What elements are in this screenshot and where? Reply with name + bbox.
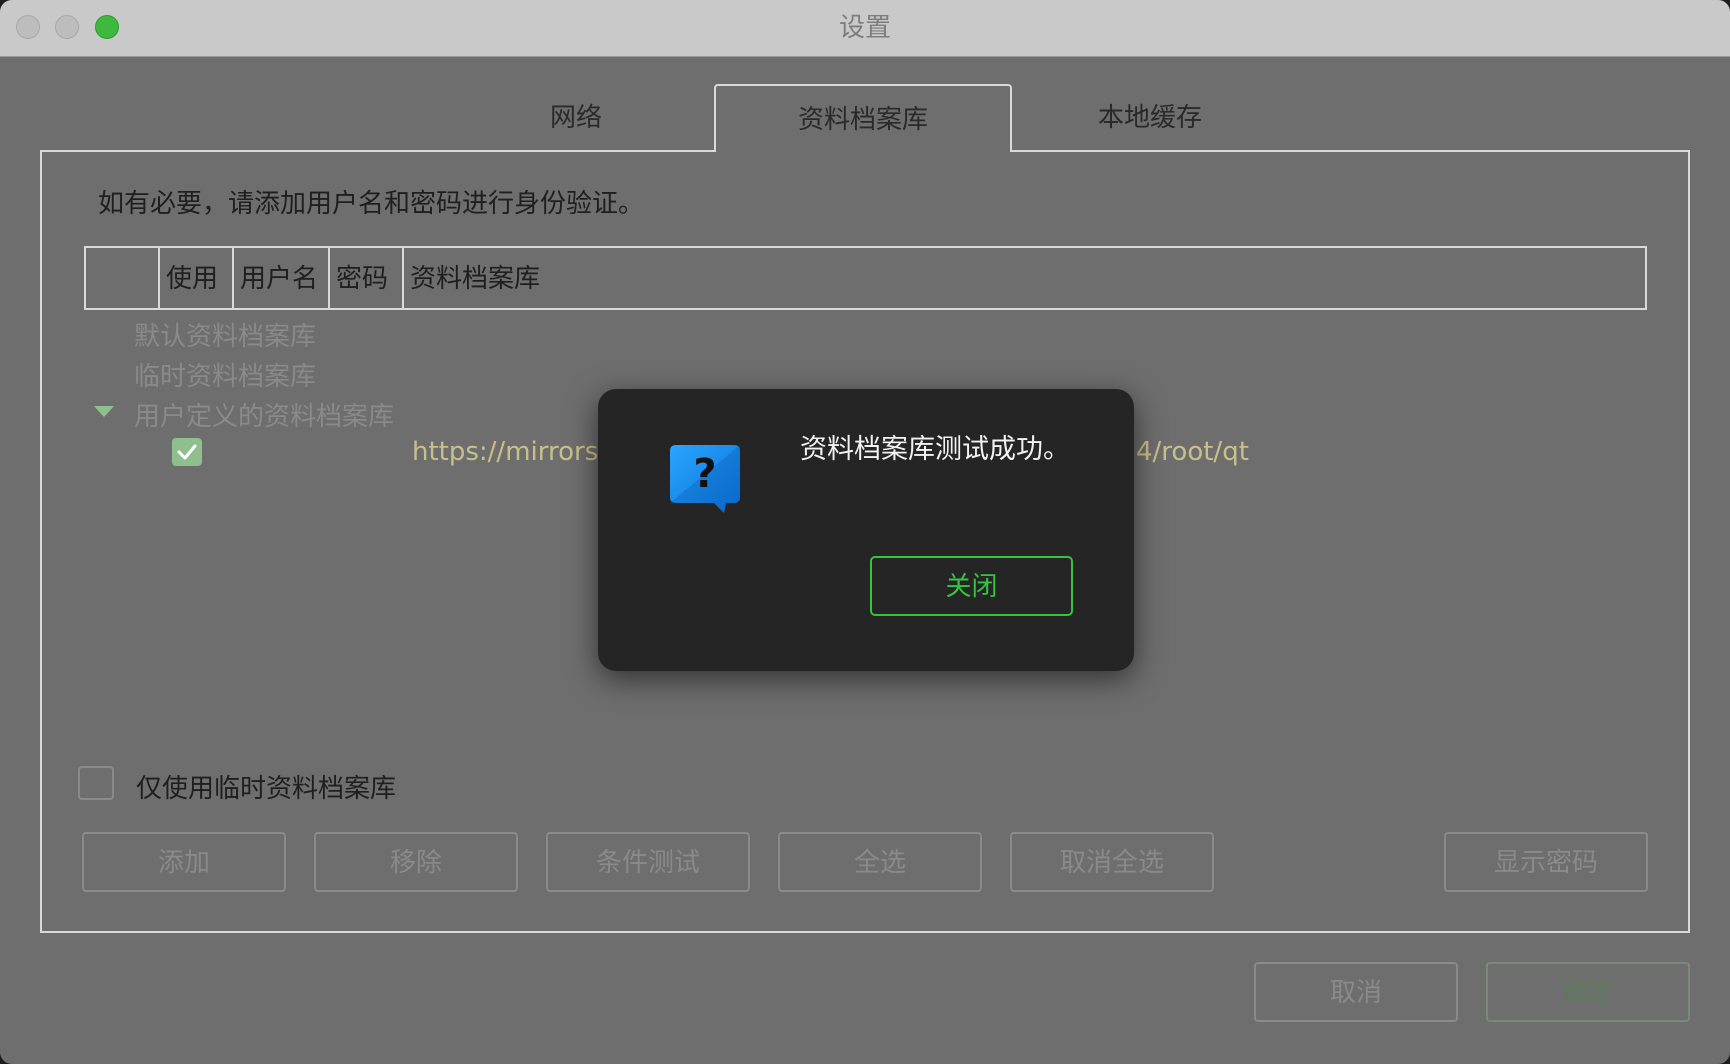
expand-arrow-icon[interactable] [94,406,114,417]
tab-repositories[interactable]: 资料档案库 [714,84,1012,152]
only-temp-repo-checkbox[interactable] [78,766,114,800]
only-temp-repo-label: 仅使用临时资料档案库 [136,774,397,804]
dialog-close-button[interactable]: 关闭 [870,556,1073,616]
tree-item-default-repo[interactable]: 默认资料档案库 [134,316,316,353]
check-icon [177,444,197,460]
tab-local-cache[interactable]: 本地缓存 [1070,84,1230,150]
select-all-button[interactable]: 全选 [778,832,982,892]
ok-button[interactable]: 确定 [1486,962,1690,1022]
column-header-repository[interactable]: 资料档案库 [402,248,1642,308]
repo-use-checkbox[interactable] [172,438,202,466]
settings-window: 设置 网络 资料档案库 本地缓存 如有必要，请添加用户名和密码进行身份验证。 使… [0,0,1730,1064]
cancel-button[interactable]: 取消 [1254,962,1458,1022]
question-bubble-icon: ? [670,445,740,513]
tree-item-user-repo[interactable]: 用户定义的资料档案库 [134,396,394,433]
repo-url-text: https://mirrors.a [412,437,623,467]
column-header-password[interactable]: 密码 [328,248,402,308]
tab-network[interactable]: 网络 [496,84,656,150]
dialog-message: 资料档案库测试成功。 [800,434,1070,465]
test-result-dialog: ? 资料档案库测试成功。 关闭 [598,389,1134,671]
column-header-use[interactable]: 使用 [158,248,232,308]
column-header-blank[interactable] [86,248,158,308]
window-title: 设置 [838,13,891,43]
svg-text:?: ? [693,451,716,497]
column-header-username[interactable]: 用户名 [232,248,328,308]
auth-hint-text: 如有必要，请添加用户名和密码进行身份验证。 [98,189,645,219]
repo-url-tail-text: 4/root/qt [1136,437,1249,467]
deselect-all-button[interactable]: 取消全选 [1010,832,1214,892]
repository-table-header: 使用 用户名 密码 资料档案库 [84,246,1647,310]
tree-item-temp-repo[interactable]: 临时资料档案库 [134,356,316,393]
test-button[interactable]: 条件测试 [546,832,750,892]
add-button[interactable]: 添加 [82,832,286,892]
show-password-button[interactable]: 显示密码 [1444,832,1648,892]
title-bar: 设置 [0,0,1730,57]
remove-button[interactable]: 移除 [314,832,518,892]
